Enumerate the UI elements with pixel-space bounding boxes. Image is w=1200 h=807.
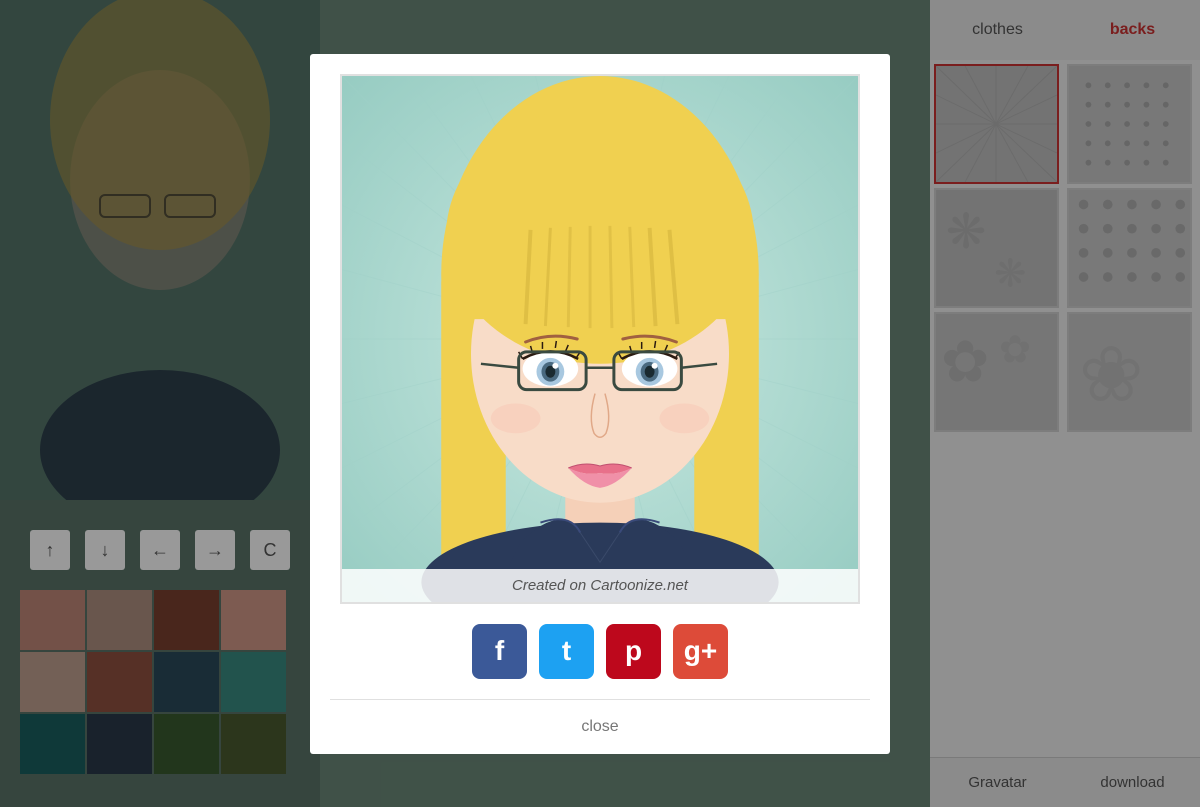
close-label: close	[581, 718, 618, 735]
watermark: Created on Cartoonize.net	[342, 569, 858, 602]
modal-avatar-container: Created on Cartoonize.net	[340, 74, 860, 604]
facebook-icon: f	[495, 635, 504, 667]
close-button[interactable]: close	[330, 699, 870, 754]
avatar-svg	[342, 76, 858, 602]
pinterest-button[interactable]: p	[606, 624, 661, 679]
pinterest-icon: p	[625, 635, 642, 667]
google-icon: g+	[684, 635, 717, 667]
modal-overlay: Created on Cartoonize.net f t p g+ close	[0, 0, 1200, 807]
google-button[interactable]: g+	[673, 624, 728, 679]
social-buttons: f t p g+	[472, 624, 728, 679]
share-modal: Created on Cartoonize.net f t p g+ close	[310, 54, 890, 754]
twitter-button[interactable]: t	[539, 624, 594, 679]
facebook-button[interactable]: f	[472, 624, 527, 679]
modal-avatar-background: Created on Cartoonize.net	[342, 76, 858, 602]
twitter-icon: t	[562, 635, 571, 667]
